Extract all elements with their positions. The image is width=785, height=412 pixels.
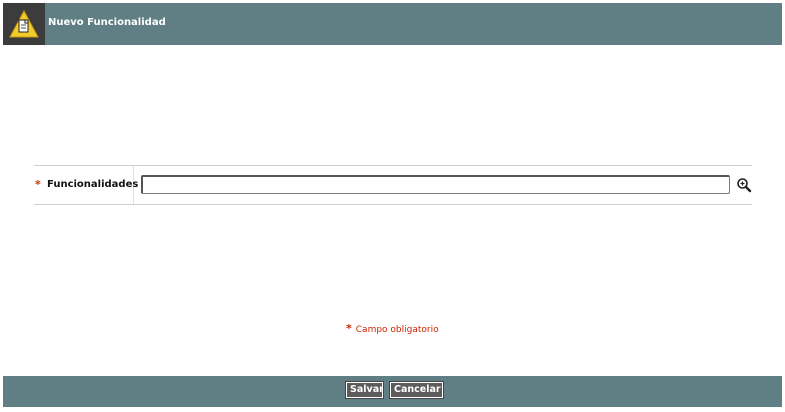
save-button[interactable]: Salvar: [345, 381, 384, 399]
magnifier-plus-icon[interactable]: [736, 177, 752, 193]
page-title: Nuevo Funcionalidad: [48, 17, 166, 28]
funcionalidades-input[interactable]: [141, 175, 730, 194]
dialog-frame: Nuevo Funcionalidad * Funcionalidades * C…: [0, 0, 785, 412]
footer-bar: Salvar Cancelar: [3, 376, 782, 407]
cancel-button[interactable]: Cancelar: [389, 381, 444, 399]
required-marker: *: [35, 178, 41, 191]
label-cell: * Funcionalidades: [34, 166, 138, 204]
legend-text: Campo obligatorio: [355, 325, 439, 335]
required-legend: * Campo obligatorio: [346, 322, 439, 335]
title-bar: Nuevo Funcionalidad: [3, 3, 782, 45]
form-row-funcionalidades: * Funcionalidades: [34, 165, 752, 205]
field-label: Funcionalidades: [47, 179, 139, 190]
legend-marker: *: [346, 322, 352, 335]
warning-document-icon: [3, 3, 45, 45]
